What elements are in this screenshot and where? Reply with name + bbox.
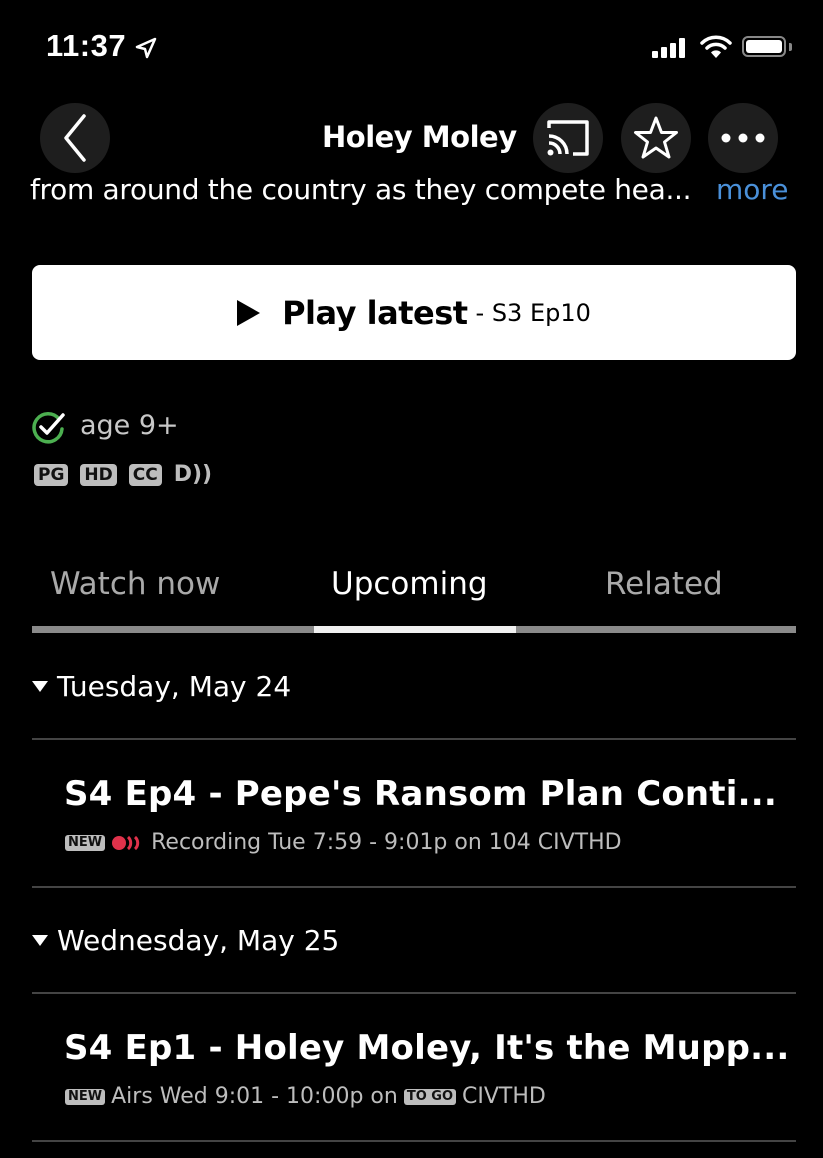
play-icon: [237, 299, 261, 326]
tab-upcoming[interactable]: Upcoming: [331, 566, 488, 602]
page-title: Holey Moley: [322, 120, 517, 154]
more-link[interactable]: more: [716, 173, 789, 206]
pg-badge: PG: [34, 463, 69, 486]
age-rating: age 9+: [80, 410, 179, 441]
episode-title[interactable]: S4 Ep4 - Pepe's Ransom Plan Conti...: [64, 774, 777, 814]
favorite-button[interactable]: [621, 103, 691, 173]
day-header-label: Tuesday, May 24: [57, 670, 292, 703]
divider: [32, 992, 796, 994]
episode-schedule: Airs Wed 9:01 - 10:00p on: [111, 1084, 398, 1109]
episode-schedule: Recording Tue 7:59 - 9:01p on 104 CIVTHD: [151, 830, 622, 855]
cast-button[interactable]: [533, 103, 603, 173]
cellular-signal-icon: [652, 38, 685, 58]
battery-icon: [742, 36, 786, 57]
to-go-badge: TO GO: [403, 1088, 456, 1105]
divider: [32, 738, 796, 740]
cast-icon: [547, 120, 589, 156]
play-latest-button[interactable]: Play latest - S3 Ep10: [32, 265, 796, 360]
back-button[interactable]: [40, 103, 110, 173]
day-header-label: Wednesday, May 25: [57, 924, 340, 957]
divider: [32, 1140, 796, 1142]
tab-watch-now[interactable]: Watch now: [50, 566, 220, 602]
content-badges: PG HD CC D)): [34, 462, 212, 487]
play-latest-episode: - S3 Ep10: [475, 298, 591, 327]
hd-badge: HD: [80, 463, 117, 486]
divider: [32, 886, 796, 888]
new-badge: NEW: [65, 1088, 106, 1105]
star-icon: [634, 116, 678, 159]
new-badge: NEW: [65, 834, 106, 851]
audio-description-icon: D)): [173, 462, 213, 487]
tab-active-indicator: [314, 626, 516, 633]
play-latest-label: Play latest: [282, 293, 468, 332]
day-header-toggle[interactable]: Tuesday, May 24: [32, 670, 291, 703]
show-description: from around the country as they compete …: [30, 173, 692, 206]
tab-related[interactable]: Related: [605, 566, 723, 602]
chevron-left-icon: [64, 114, 86, 162]
channel-name: CIVTHD: [462, 1084, 546, 1109]
recording-icon: [112, 835, 140, 850]
status-time: 11:37: [46, 28, 127, 63]
ellipsis-icon: [721, 133, 765, 143]
more-options-button[interactable]: [708, 103, 778, 173]
day-header-toggle[interactable]: Wednesday, May 25: [32, 924, 339, 957]
caret-down-icon: [32, 935, 48, 946]
wifi-icon: [700, 35, 732, 58]
location-arrow-icon: [135, 37, 157, 59]
battery-tip: [789, 43, 792, 51]
episode-meta: NEW Recording Tue 7:59 - 9:01p on 104 CI…: [65, 830, 622, 855]
caret-down-icon: [32, 681, 48, 692]
episode-title[interactable]: S4 Ep1 - Holey Moley, It's the Mupp...: [64, 1028, 790, 1068]
episode-meta: NEW Airs Wed 9:01 - 10:00p on TO GO CIVT…: [65, 1084, 546, 1109]
check-circle-icon: [32, 411, 65, 444]
cc-badge: CC: [128, 463, 162, 486]
